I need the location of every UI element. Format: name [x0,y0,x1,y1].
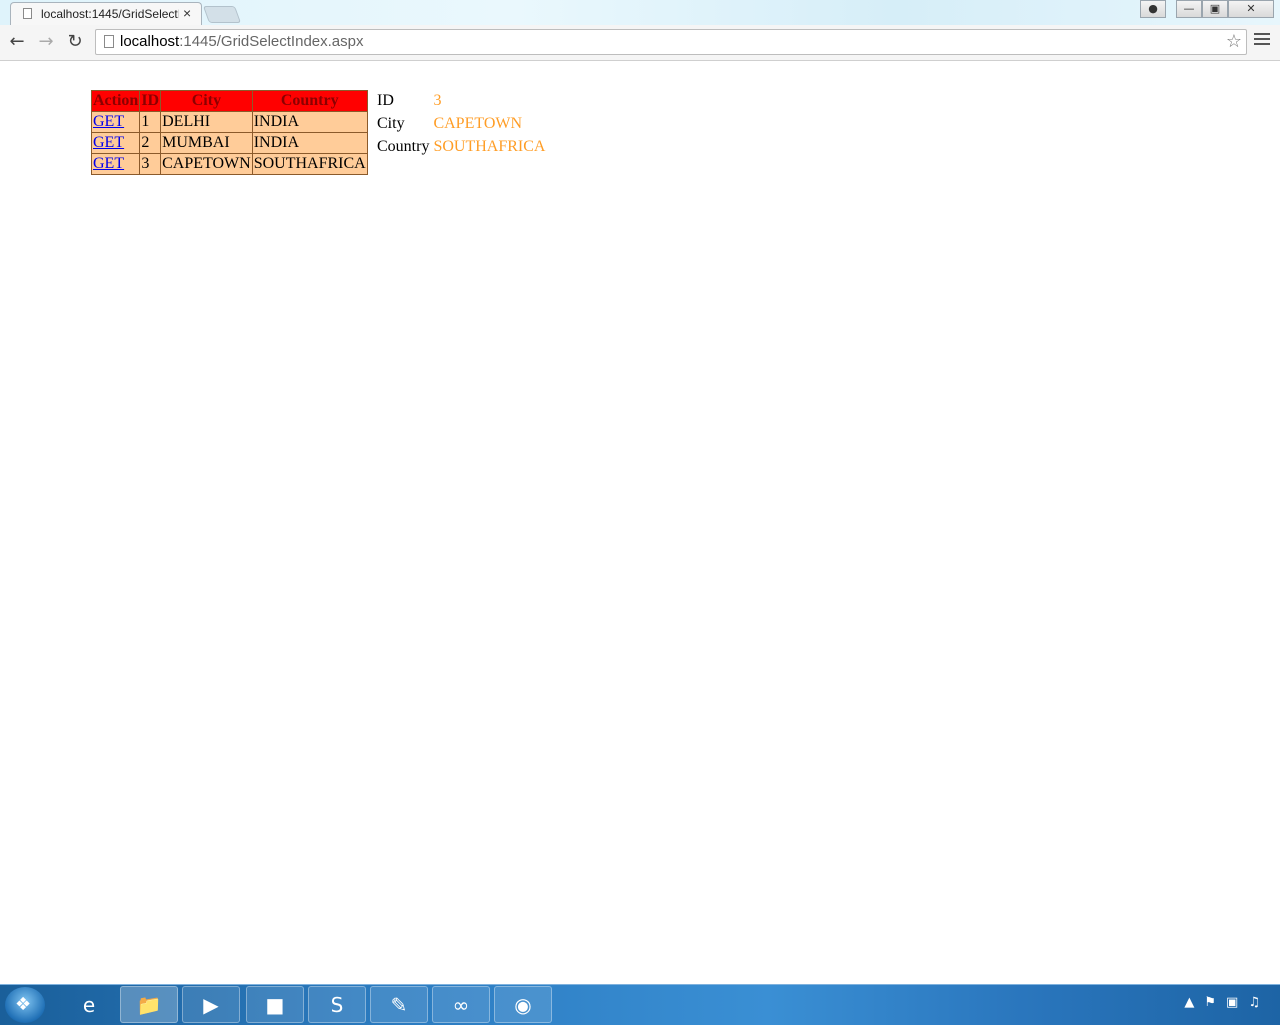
country-cell: INDIA [251,111,368,133]
action-cell: GET [90,132,141,154]
browser-titlebar: localhost:1445/GridSelectI × ● — ▣ ✕ [0,0,1280,25]
action-cell: GET [90,153,141,175]
internet-explorer-icon[interactable]: e [60,986,118,1023]
city-cell: CAPETOWN [160,153,253,175]
visual-studio-icon[interactable]: ∞ [432,986,490,1023]
id-cell: 2 [139,132,162,154]
reload-icon[interactable]: ↻ [63,31,87,53]
tab-close-icon[interactable]: × [183,5,191,21]
menu-icon[interactable] [1254,33,1270,48]
start-button[interactable]: ❖ [5,987,45,1023]
header-action: Action [90,90,141,112]
header-id: ID [139,90,162,112]
browser-tab[interactable]: localhost:1445/GridSelectI × [10,2,202,25]
country-value: SOUTHAFRICA [433,137,546,155]
chrome-icon[interactable]: ◉ [494,986,552,1023]
get-link[interactable]: GET [93,113,124,130]
header-city: City [160,90,253,112]
city-label: City [377,114,405,132]
profile-icon[interactable]: ● [1140,0,1166,18]
country-label: Country [377,137,430,155]
url-host: localhost [120,33,180,50]
sticky-notes-icon[interactable]: ■ [246,986,304,1023]
tab-title: localhost:1445/GridSelectI [41,7,179,21]
page-icon [23,8,32,19]
table-row: GET 2 MUMBAI INDIA [90,132,368,154]
table-row: GET 3 CAPETOWN SOUTHAFRICA [90,153,368,175]
city-cell: DELHI [160,111,253,133]
header-country: Country [251,90,368,112]
file-explorer-icon[interactable]: 📁 [120,986,178,1023]
city-value: CAPETOWN [433,114,523,132]
restore-button[interactable]: ▣ [1202,0,1228,18]
selected-details: ID 3 City CAPETOWN Country SOUTHAFRICA [375,89,547,158]
id-cell: 3 [139,153,162,175]
get-link[interactable]: GET [93,155,124,172]
page-icon [104,35,114,48]
skype-icon[interactable]: S [308,986,366,1023]
id-cell: 1 [139,111,162,133]
get-link[interactable]: GET [93,134,124,151]
address-bar[interactable]: localhost:1445/GridSelectIndex.aspx ☆ [95,29,1247,55]
forward-icon[interactable]: → [34,31,58,53]
media-player-icon[interactable]: ▶ [182,986,240,1023]
url-path: :1445/GridSelectIndex.aspx [179,33,364,50]
system-tray[interactable]: ▲⚑▣♫ [1184,995,1270,1010]
grid-header-row: Action ID City Country [90,90,368,112]
action-cell: GET [90,111,141,133]
bookmark-star-icon[interactable]: ☆ [1226,31,1242,52]
city-cell: MUMBAI [160,132,253,154]
ccleaner-icon[interactable]: ✎ [370,986,428,1023]
browser-toolbar: ← → ↻ localhost:1445/GridSelectIndex.asp… [0,25,1280,61]
country-cell: SOUTHAFRICA [251,153,368,175]
table-row: GET 1 DELHI INDIA [90,111,368,133]
url-text: localhost:1445/GridSelectIndex.aspx [120,33,363,50]
windows-taskbar: ❖ e 📁 ▶ ■ S ✎ ∞ ◉ ▲⚑▣♫ [0,984,1280,1025]
id-label: ID [377,91,394,109]
city-grid: Action ID City Country GET 1 DELHI INDIA… [90,90,368,175]
close-window-button[interactable]: ✕ [1228,0,1274,18]
country-cell: INDIA [251,132,368,154]
minimize-button[interactable]: — [1176,0,1202,18]
new-tab-button[interactable] [202,6,242,23]
back-icon[interactable]: ← [5,31,29,53]
id-value: 3 [433,91,442,109]
